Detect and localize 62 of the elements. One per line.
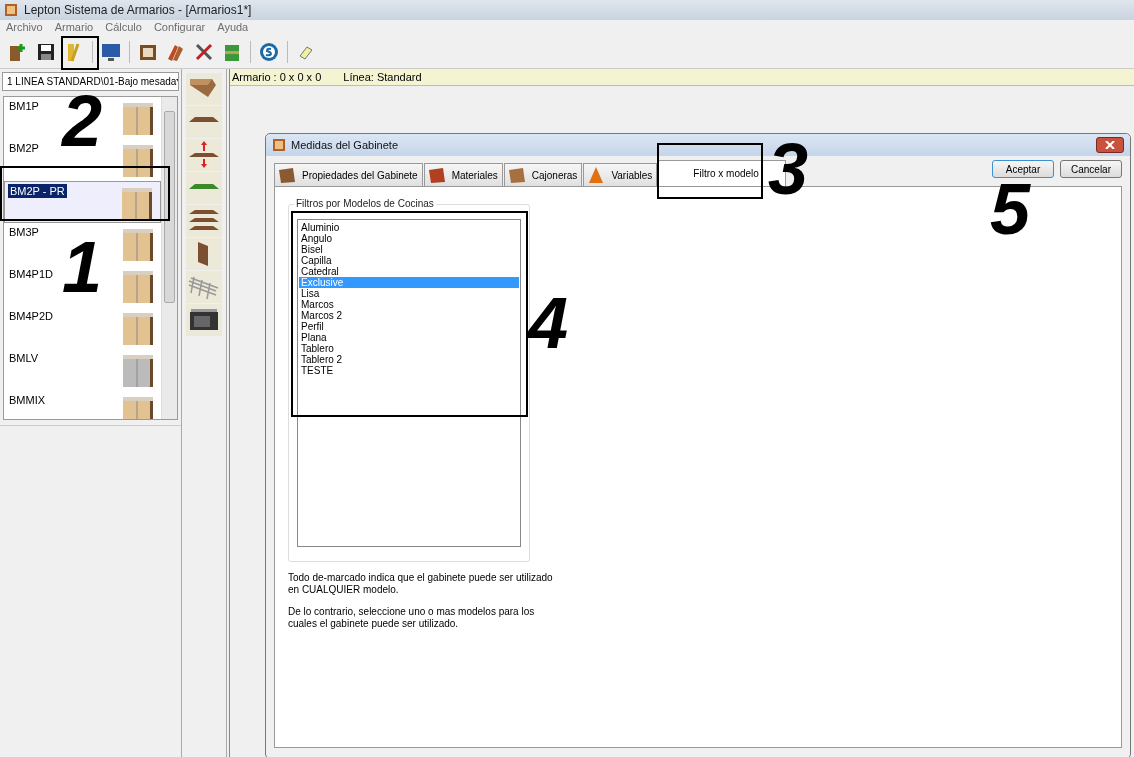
cabinet-size-label: Armario : 0 x 0 x 0 (232, 71, 322, 83)
oven-icon[interactable] (186, 304, 222, 336)
tab-icon (277, 166, 297, 184)
model-option[interactable]: Angulo (299, 233, 519, 244)
accept-button[interactable]: Aceptar (992, 160, 1054, 178)
menu-item[interactable]: Cálculo (105, 21, 142, 35)
cancel-button[interactable]: Cancelar (1060, 160, 1122, 178)
model-option[interactable]: Bisel (299, 244, 519, 255)
callout-number: 4 (528, 296, 569, 350)
close-button[interactable] (1096, 137, 1124, 153)
model-option[interactable]: Perfil (299, 321, 519, 332)
callout-number: 2 (62, 94, 103, 148)
tab[interactable]: Propiedades del Gabinete (274, 163, 423, 186)
model-option[interactable]: Plana (299, 332, 519, 343)
close-icon (1105, 141, 1115, 149)
cabinet-list-item[interactable]: BM2P - PR (8, 184, 67, 198)
group-title: Filtros por Modelos de Cocinas (294, 198, 436, 209)
tab[interactable]: Materiales (423, 163, 503, 186)
cabinet-list-item[interactable]: BM3P (7, 225, 41, 239)
app-icon (272, 138, 286, 152)
help-text: De lo contrario, seleccione uno o mas modelos para los cuales el gabinete puede ser utilizado. (288, 606, 536, 630)
dialog-title: Medidas del Gabinete (291, 139, 399, 151)
shelf-arrows-icon[interactable] (186, 139, 222, 171)
model-option[interactable]: Tablero (299, 343, 519, 354)
cabinet-list-item[interactable]: BM4P2D (7, 309, 56, 323)
model-option[interactable]: Capilla (299, 255, 519, 266)
model-option[interactable]: Tablero 2 (299, 354, 519, 365)
dollar-icon[interactable] (257, 40, 281, 64)
stacked-shelves-icon[interactable] (186, 205, 222, 237)
panel-icon[interactable] (186, 238, 222, 270)
help-text: Todo de-marcado indica que el gabinete puede ser utilizado en CUALQUIER modelo. (288, 572, 554, 596)
cabinet-list-item[interactable]: BM4P1D (7, 267, 56, 281)
line-dropdown[interactable]: 1 LINEA STANDARD\01-Bajo mesada (2, 72, 179, 91)
menu-item[interactable]: Configurar (153, 21, 206, 35)
model-option[interactable]: TESTE (299, 365, 519, 376)
window-title: Lepton Sistema de Armarios - [Armarios1*] (24, 3, 252, 17)
callout-number: 5 (990, 182, 1031, 236)
app-icon (4, 3, 18, 17)
tab[interactable]: Variables (583, 163, 658, 186)
menu-item[interactable]: Ayuda (217, 21, 249, 35)
menu-item[interactable]: Armario (54, 21, 94, 35)
board-icon[interactable] (186, 172, 222, 204)
tab[interactable]: Cajoneras (503, 163, 583, 186)
box-icon[interactable] (186, 73, 222, 105)
line-label: Línea: Standard (343, 71, 422, 83)
callout-number: 1 (62, 240, 103, 294)
cabinet-list-item[interactable]: BM1P (7, 99, 41, 113)
model-option[interactable]: Marcos 2 (299, 310, 519, 321)
model-option[interactable]: Catedral (299, 266, 519, 277)
model-option[interactable]: Lisa (299, 288, 519, 299)
shelf-icon[interactable] (186, 106, 222, 138)
menu-item[interactable]: Archivo (6, 21, 43, 35)
cabinet-list-item[interactable]: BMLV (7, 351, 41, 365)
cabinet-list-item[interactable]: BMMIX (7, 393, 48, 407)
scrollbar[interactable] (161, 97, 177, 419)
tab-icon (506, 166, 527, 184)
cabinet-list-item[interactable]: BM2P (7, 141, 41, 155)
model-listbox[interactable]: Aluminio Angulo Bisel Capilla Catedral Exclusive Lisa Marcos Marcos 2 Perfil Plana Tablero Tablero 2 TESTE (297, 219, 521, 547)
tab-icon (426, 166, 447, 184)
model-option[interactable]: Aluminio (299, 222, 519, 233)
callout-frame (61, 36, 99, 70)
model-option[interactable]: Marcos (299, 299, 519, 310)
